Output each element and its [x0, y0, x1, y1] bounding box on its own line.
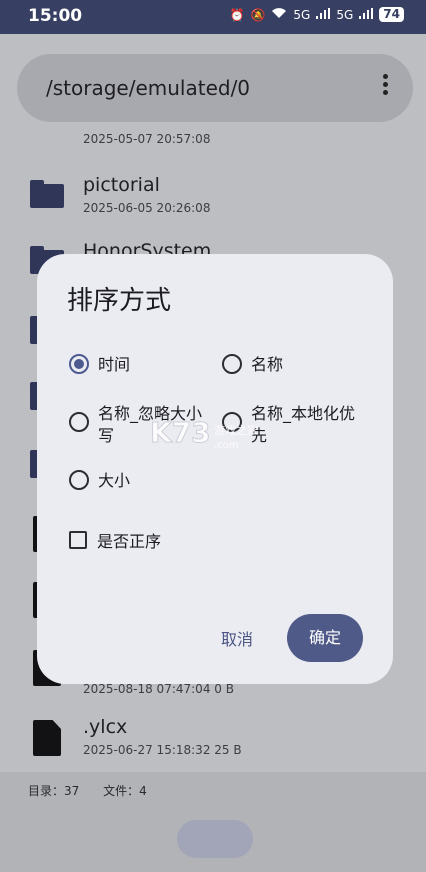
cancel-button[interactable]: 取消 [221, 626, 253, 650]
mute-icon: 🔕 [250, 7, 266, 22]
sort-option-name[interactable]: 名称 [222, 354, 283, 376]
file-meta: 2025-08-18 07:47:04 0 B [83, 682, 234, 696]
file-meta: 2025-05-07 20:57:08 [83, 132, 211, 146]
watermark-sub2: .com [214, 440, 239, 451]
wifi-icon [271, 7, 287, 22]
ascending-checkbox[interactable]: 是否正序 [69, 528, 161, 552]
sort-dialog: 排序方式 时间 名称 名称_忽略大小写 名称_本地化优先 大小 是否正序 K73… [37, 254, 393, 684]
file-name: pictorial [83, 174, 160, 196]
option-label: 大小 [98, 471, 131, 490]
file-meta: 2025-06-05 20:26:08 [83, 201, 211, 215]
watermark-logo: K73 游戏之家 .com [150, 414, 270, 460]
radio-icon [69, 470, 89, 490]
file-meta: 2025-06-27 15:18:32 25 B [83, 743, 242, 757]
file-name: .ylcx [83, 716, 128, 738]
dialog-title: 排序方式 [67, 286, 172, 316]
signal-icon [316, 7, 331, 22]
stats-text: 目录：37 文件：4 [28, 782, 167, 799]
signal-icon [359, 7, 374, 22]
checkbox-icon [69, 531, 87, 549]
status-bar: 15:00 ⏰ 🔕 5G 5G 74 [0, 0, 426, 34]
radio-icon [222, 354, 242, 374]
battery-icon: 74 [379, 7, 404, 22]
radio-selected-icon [69, 354, 89, 374]
file-icon [33, 720, 61, 756]
status-time: 15:00 [28, 6, 83, 26]
radio-icon [69, 412, 89, 432]
signal2-label: 5G [336, 7, 354, 22]
checkbox-label: 是否正序 [97, 532, 162, 551]
dir-count: 目录：37 [28, 784, 80, 798]
sort-option-time[interactable]: 时间 [69, 354, 130, 376]
confirm-button[interactable]: 确定 [287, 614, 363, 662]
option-label: 名称 [251, 355, 284, 374]
path-bar[interactable]: /storage/emulated/0 [17, 54, 413, 122]
sort-option-size[interactable]: 大小 [69, 470, 130, 492]
watermark-sub1: 游戏之家 [214, 423, 258, 437]
watermark-brand: K73 [150, 416, 211, 449]
option-label: 时间 [98, 355, 131, 374]
more-vert-icon[interactable] [383, 74, 391, 98]
alarm-icon: ⏰ [229, 7, 245, 22]
status-icons: ⏰ 🔕 5G 5G 74 [230, 7, 404, 22]
file-count: 文件：4 [103, 784, 147, 798]
signal1-label: 5G [293, 7, 311, 22]
folder-icon [30, 180, 64, 208]
fab-button[interactable] [177, 820, 253, 858]
current-path: /storage/emulated/0 [46, 76, 251, 100]
